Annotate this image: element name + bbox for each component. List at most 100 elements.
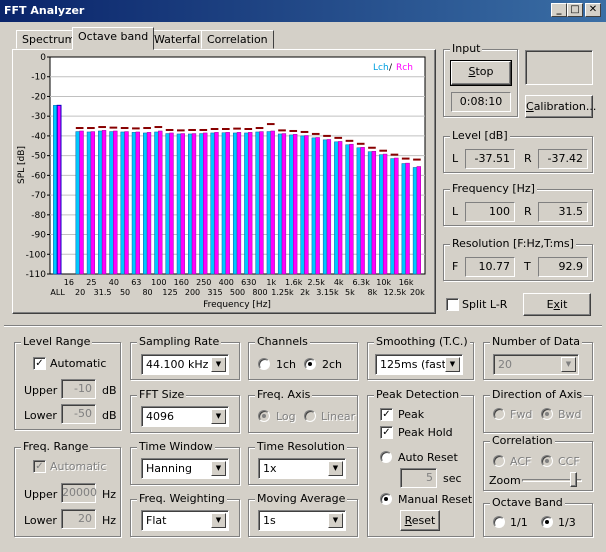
bar-rch: [281, 133, 287, 275]
peak-checkbox[interactable]: ✓: [380, 408, 393, 421]
stop-button[interactable]: Stop: [451, 61, 511, 85]
bar-rch: [304, 135, 309, 275]
peak-hold-mark: [75, 127, 84, 130]
x-tick-label: 10k: [376, 278, 391, 287]
x-tick-label: 25: [86, 278, 96, 287]
status-display: [525, 50, 593, 85]
octave-1-1-radio[interactable]: [493, 516, 505, 528]
peak-hold-mark: [401, 157, 410, 160]
channels-1ch-label: 1ch: [276, 358, 297, 371]
chevron-down-icon: ▼: [445, 357, 460, 372]
peak-hold-mark: [266, 123, 275, 126]
bar-lch: [199, 133, 204, 275]
resolution-group-label: Resolution [F:Hz,T:ms]: [450, 237, 576, 250]
bar-lch: [154, 131, 159, 275]
bar-rch: [248, 132, 253, 275]
channels-1ch-radio[interactable]: [258, 358, 270, 370]
bar-rch: [90, 131, 95, 275]
resolution-t-value: 92.9: [538, 257, 588, 277]
x-tick-label: 1k: [266, 278, 276, 287]
channels-2ch-radio[interactable]: [304, 358, 316, 370]
freq-lower-input[interactable]: 20: [61, 509, 96, 529]
peak-hold-mark: [413, 158, 421, 161]
time-resolution-select[interactable]: 1x ▼: [258, 458, 346, 479]
y-tick-label: -40: [31, 132, 46, 142]
split-lr-checkbox[interactable]: [446, 298, 459, 311]
freq-axis-log-label: Log: [276, 410, 296, 423]
level-range-label: Level Range: [21, 335, 93, 348]
close-button[interactable]: ✕: [585, 3, 601, 17]
exit-button[interactable]: Exit: [523, 293, 591, 316]
x-tick-label: 2.5k: [308, 278, 326, 287]
bar-rch: [371, 151, 377, 275]
bar-lch: [379, 154, 384, 275]
level-upper-label: Upper: [24, 384, 58, 397]
moving-average-select[interactable]: 1s ▼: [258, 510, 346, 531]
x-axis-label: Frequency [Hz]: [203, 300, 271, 310]
freq-automatic-checkbox[interactable]: ✓: [33, 460, 46, 473]
bar-lch: [120, 131, 125, 275]
calibration-button[interactable]: Calibration...: [525, 95, 596, 118]
bar-lch: [322, 139, 328, 275]
chevron-down-icon: ▼: [561, 357, 576, 372]
number-of-data-label: Number of Data: [490, 335, 583, 348]
frequency-r-value: 31.5: [538, 202, 588, 222]
sampling-rate-label: Sampling Rate: [137, 335, 222, 348]
auto-reset-radio[interactable]: [380, 451, 392, 463]
bar-lch: [345, 144, 350, 275]
level-upper-input[interactable]: -10: [61, 379, 96, 399]
smoothing-select[interactable]: 125ms (fast) ▼: [375, 354, 463, 375]
auto-reset-seconds-input[interactable]: 5: [400, 468, 437, 488]
zoom-slider-handle[interactable]: [570, 472, 577, 487]
y-tick-label: 0: [40, 53, 46, 63]
channels-2ch-label: 2ch: [322, 358, 343, 371]
correlation-acf-radio[interactable]: [493, 455, 505, 467]
peak-hold-label: Peak Hold: [398, 426, 453, 439]
x-tick-label: 1.6k: [285, 278, 303, 287]
level-lower-input[interactable]: -50: [61, 404, 96, 424]
x-tick-label: 100: [151, 278, 166, 287]
maximize-button[interactable]: □: [567, 3, 583, 17]
time-window-select[interactable]: Hanning ▼: [141, 458, 229, 479]
peak-hold-mark: [356, 142, 365, 145]
freq-upper-input[interactable]: 20000: [61, 483, 97, 503]
x-tick-label: 250: [196, 278, 211, 287]
peak-hold-mark: [311, 132, 320, 135]
manual-reset-radio[interactable]: [380, 493, 392, 505]
fft-size-select[interactable]: 4096 ▼: [141, 406, 229, 427]
peak-hold-mark: [379, 149, 388, 152]
tab-octave-band[interactable]: Octave band: [72, 27, 155, 50]
peak-hold-mark: [87, 127, 95, 130]
freq-axis-linear-radio[interactable]: [304, 410, 316, 422]
resolution-f-label: F: [452, 260, 459, 273]
direction-bwd-radio[interactable]: [541, 408, 553, 420]
y-tick-label: -70: [31, 191, 46, 201]
y-tick-label: -100: [26, 250, 47, 260]
x-tick-label: ALL: [50, 288, 65, 297]
peak-hold-checkbox[interactable]: ✓: [380, 426, 393, 439]
number-of-data-select[interactable]: 20 ▼: [493, 354, 579, 375]
correlation-label: Correlation: [490, 434, 555, 447]
peak-hold-mark: [345, 139, 354, 142]
time-window-label: Time Window: [137, 440, 215, 453]
freq-lower-unit: Hz: [102, 514, 117, 527]
bar-rch: [382, 153, 388, 275]
minimize-button[interactable]: _: [551, 3, 567, 17]
chevron-down-icon: ▼: [211, 513, 226, 528]
freq-weighting-select[interactable]: Flat ▼: [141, 510, 229, 531]
bar-rch: [169, 132, 174, 275]
moving-average-label: Moving Average: [255, 492, 348, 505]
tab-correlation[interactable]: Correlation: [201, 30, 274, 49]
freq-axis-log-radio[interactable]: [258, 410, 270, 422]
direction-fwd-radio[interactable]: [493, 408, 505, 420]
reset-button[interactable]: Reset: [400, 510, 440, 531]
level-automatic-label: Automatic: [50, 357, 107, 370]
sampling-rate-select[interactable]: 44.100 kHz ▼: [141, 354, 229, 375]
bar-rch: [416, 166, 422, 275]
level-l-value: -37.51: [465, 149, 515, 169]
octave-1-3-radio[interactable]: [541, 516, 553, 528]
chevron-down-icon: ▼: [328, 513, 343, 528]
level-automatic-checkbox[interactable]: ✓: [33, 357, 46, 370]
correlation-ccf-radio[interactable]: [541, 455, 553, 467]
resolution-f-value: 10.77: [465, 257, 515, 277]
